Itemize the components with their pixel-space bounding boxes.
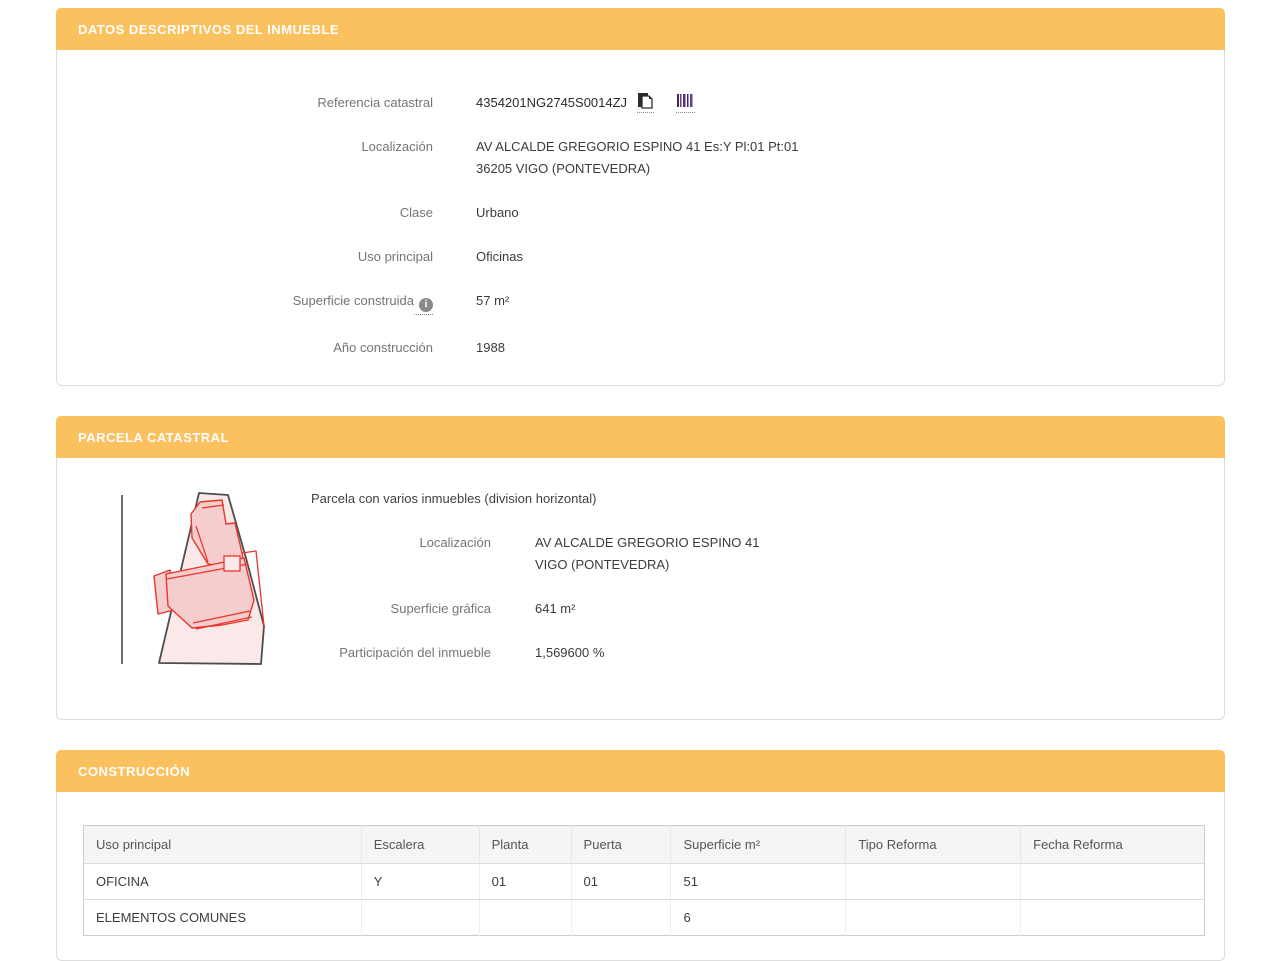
col-header-uso-principal: Uso principal bbox=[84, 826, 362, 864]
referencia-catastral-value: 4354201NG2745S0014ZJ bbox=[476, 95, 627, 110]
col-header-puerta: Puerta bbox=[571, 826, 671, 864]
cell-uso: OFICINA bbox=[84, 864, 362, 900]
col-header-escalera: Escalera bbox=[361, 826, 479, 864]
field-label: Superficie gráfica bbox=[311, 598, 491, 620]
cell-superficie: 6 bbox=[671, 900, 846, 936]
field-label: Referencia catastral bbox=[57, 92, 433, 114]
cell-puerta bbox=[571, 900, 671, 936]
field-label: Participación del inmueble bbox=[311, 642, 491, 664]
construccion-table: Uso principal Escalera Planta Puerta Sup… bbox=[83, 825, 1205, 936]
field-localizacion: Localización AV ALCALDE GREGORIO ESPINO … bbox=[57, 136, 1224, 180]
anio-construccion-value: 1988 bbox=[476, 337, 505, 359]
field-superficie-grafica: Superficie gráfica 641 m² bbox=[311, 598, 759, 620]
parcela-body: Parcela con varios inmuebles (division h… bbox=[56, 458, 1225, 720]
parcel-map-image bbox=[96, 478, 311, 697]
construccion-panel: CONSTRUCCIÓN Uso principal Escalera Plan… bbox=[56, 750, 1225, 961]
field-parcela-localizacion: Localización AV ALCALDE GREGORIO ESPINO … bbox=[311, 532, 759, 576]
superficie-construida-value: 57 m² bbox=[476, 290, 509, 315]
cell-planta bbox=[479, 900, 571, 936]
parcela-localizacion-line2: VIGO (PONTEVEDRA) bbox=[535, 554, 759, 576]
cell-uso: ELEMENTOS COMUNES bbox=[84, 900, 362, 936]
panel-title-construccion: CONSTRUCCIÓN bbox=[56, 750, 1225, 792]
clase-value: Urbano bbox=[476, 202, 519, 224]
localizacion-line1: AV ALCALDE GREGORIO ESPINO 41 Es:Y Pl:01… bbox=[476, 136, 799, 158]
cell-escalera: Y bbox=[361, 864, 479, 900]
field-superficie-construida: Superficie construida i 57 m² bbox=[57, 290, 1224, 315]
cell-tipo-reforma bbox=[846, 864, 1021, 900]
field-label: Año construcción bbox=[57, 337, 433, 359]
field-participacion: Participación del inmueble 1,569600 % bbox=[311, 642, 759, 664]
field-referencia-catastral: Referencia catastral 4354201NG2745S0014Z… bbox=[57, 92, 1224, 114]
field-anio-construccion: Año construcción 1988 bbox=[57, 337, 1224, 359]
field-uso-principal: Uso principal Oficinas bbox=[57, 246, 1224, 268]
superficie-grafica-value: 641 m² bbox=[535, 598, 575, 620]
parcela-catastral-panel: PARCELA CATASTRAL Parcela con varios inm… bbox=[56, 416, 1225, 720]
cell-superficie: 51 bbox=[671, 864, 846, 900]
barcode-icon[interactable] bbox=[676, 93, 695, 113]
parcela-text-block: Parcela con varios inmuebles (division h… bbox=[311, 478, 759, 697]
cell-fecha-reforma bbox=[1021, 900, 1205, 936]
participacion-value: 1,569600 % bbox=[535, 642, 604, 664]
datos-body: Referencia catastral 4354201NG2745S0014Z… bbox=[56, 50, 1225, 386]
col-header-tipo-reforma: Tipo Reforma bbox=[846, 826, 1021, 864]
table-row: ELEMENTOS COMUNES 6 bbox=[84, 900, 1205, 936]
localizacion-line2: 36205 VIGO (PONTEVEDRA) bbox=[476, 158, 799, 180]
field-clase: Clase Urbano bbox=[57, 202, 1224, 224]
field-label: Localización bbox=[311, 532, 491, 576]
field-label: Uso principal bbox=[57, 246, 433, 268]
col-header-planta: Planta bbox=[479, 826, 571, 864]
field-label: Clase bbox=[57, 202, 433, 224]
info-circle-icon[interactable]: i bbox=[419, 298, 433, 312]
cell-tipo-reforma bbox=[846, 900, 1021, 936]
col-header-superficie: Superficie m² bbox=[671, 826, 846, 864]
construccion-body: Uso principal Escalera Planta Puerta Sup… bbox=[56, 792, 1225, 961]
table-row: OFICINA Y 01 01 51 bbox=[84, 864, 1205, 900]
field-label: Superficie construida bbox=[293, 293, 414, 308]
parcela-localizacion-line1: AV ALCALDE GREGORIO ESPINO 41 bbox=[535, 532, 759, 554]
table-header-row: Uso principal Escalera Planta Puerta Sup… bbox=[84, 826, 1205, 864]
copy-document-icon[interactable] bbox=[637, 92, 654, 113]
field-label: Localización bbox=[57, 136, 433, 180]
cell-fecha-reforma bbox=[1021, 864, 1205, 900]
cell-planta: 01 bbox=[479, 864, 571, 900]
panel-title-datos: DATOS DESCRIPTIVOS DEL INMUEBLE bbox=[56, 8, 1225, 50]
panel-title-parcela: PARCELA CATASTRAL bbox=[56, 416, 1225, 458]
datos-descriptivos-panel: DATOS DESCRIPTIVOS DEL INMUEBLE Referenc… bbox=[56, 8, 1225, 386]
cell-escalera bbox=[361, 900, 479, 936]
col-header-fecha-reforma: Fecha Reforma bbox=[1021, 826, 1205, 864]
cell-puerta: 01 bbox=[571, 864, 671, 900]
uso-principal-value: Oficinas bbox=[476, 246, 523, 268]
parcela-tipo: Parcela con varios inmuebles (division h… bbox=[311, 491, 759, 506]
